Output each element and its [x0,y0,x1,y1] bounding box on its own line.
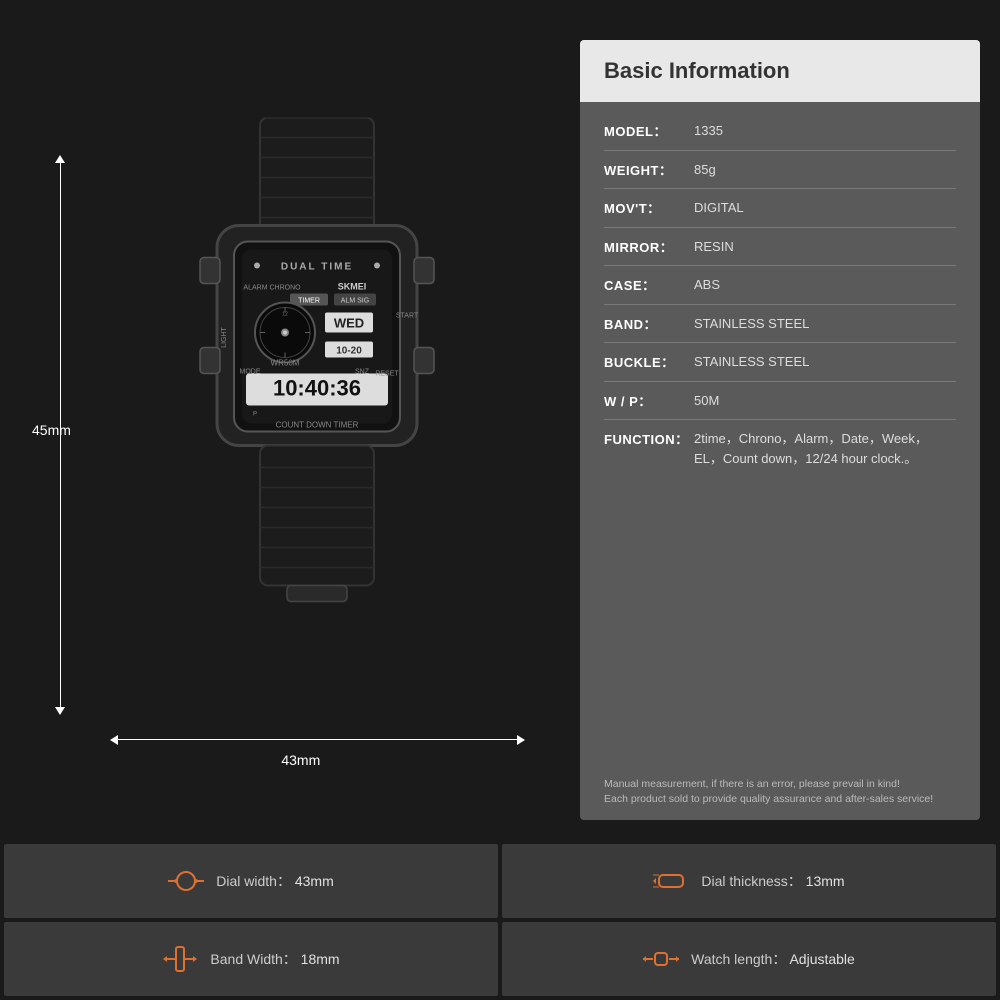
info-label-0: MODEL： [604,121,694,140]
info-row-8: FUNCTION：2time，Chrono，Alarm，Date，Week，EL… [604,420,956,477]
info-label-4: CASE： [604,275,694,294]
spec-val-3: Adjustable [789,951,854,967]
info-value-2: DIGITAL [694,198,956,218]
width-label: 43mm [281,752,320,768]
arrow-top [55,155,65,163]
info-panel: Basic Information MODEL：1335WEIGHT：85gMO… [580,40,980,820]
svg-text:SKMEI: SKMEI [338,282,367,292]
note-line2: Each product sold to provide quality ass… [604,792,956,808]
info-row-5: BAND：STAINLESS STEEL [604,305,956,344]
spec-text-2: Band Width： 18mm [210,949,339,969]
top-section: 45mm 43mm [0,0,1000,840]
svg-text:COUNT DOWN TIMER: COUNT DOWN TIMER [276,421,359,430]
info-label-5: BAND： [604,314,694,333]
info-note: Manual measurement, if there is an error… [580,769,980,821]
watch-area: 45mm 43mm [20,30,560,830]
info-value-5: STAINLESS STEEL [694,314,956,334]
svg-text:DUAL TIME: DUAL TIME [281,262,353,273]
arrow-left [110,735,118,745]
svg-text:P: P [253,412,257,418]
spec-text-0: Dial width： 43mm [216,871,334,891]
svg-text:ALARM CHRONO: ALARM CHRONO [243,285,301,292]
spec-val-1: 13mm [806,873,845,889]
bottom-specs: Dial width： 43mm Dial thickness： 13mm Band… [0,840,1000,1000]
svg-text:WR50M: WR50M [271,359,300,368]
watch-image: DUAL TIME ALARM CHRONO SKMEI TIMER ALM S… [142,118,492,743]
info-value-0: 1335 [694,121,956,141]
svg-text:10-20: 10-20 [336,346,362,357]
info-value-7: 50M [694,391,956,411]
spec-cell-0: Dial width： 43mm [4,844,498,918]
info-value-8: 2time，Chrono，Alarm，Date，Week，EL，Count do… [694,429,956,468]
band-width-icon [162,945,198,973]
note-line1: Manual measurement, if there is an error… [604,777,956,793]
info-row-0: MODEL：1335 [604,112,956,151]
info-row-7: W / P：50M [604,382,956,421]
info-row-3: MIRROR：RESIN [604,228,956,267]
height-label: 45mm [32,422,71,438]
info-row-1: WEIGHT：85g [604,151,956,190]
spec-key-0: Dial width： [216,873,295,889]
spec-key-1: Dial thickness： [701,873,805,889]
spec-key-2: Band Width： [210,951,300,967]
svg-text:ALM SIG: ALM SIG [341,298,369,305]
arrow-bottom [55,707,65,715]
info-label-3: MIRROR： [604,237,694,256]
info-value-6: STAINLESS STEEL [694,352,956,372]
spec-val-0: 43mm [295,873,334,889]
dial-width-icon [168,867,204,895]
info-row-4: CASE：ABS [604,266,956,305]
spec-key-3: Watch length： [691,951,789,967]
info-label-7: W / P： [604,391,694,410]
arrow-right [517,735,525,745]
info-value-4: ABS [694,275,956,295]
svg-text:12: 12 [282,312,288,318]
svg-text:TIMER: TIMER [298,298,320,305]
svg-text:RESET: RESET [375,371,399,378]
info-title: Basic Information [604,58,956,84]
spec-cell-2: Band Width： 18mm [4,922,498,996]
spec-text-1: Dial thickness： 13mm [701,871,844,891]
info-header: Basic Information [580,40,980,102]
main-container: 45mm 43mm [0,0,1000,1000]
info-row-2: MOV'T：DIGITAL [604,189,956,228]
svg-text:10:40:36: 10:40:36 [273,376,361,401]
svg-text:WED: WED [334,316,364,331]
svg-text:MODE: MODE [240,369,261,376]
info-label-8: FUNCTION： [604,429,694,448]
spec-text-3: Watch length： Adjustable [691,949,855,969]
spec-cell-3: Watch length： Adjustable [502,922,996,996]
info-value-3: RESIN [694,237,956,257]
spec-cell-1: Dial thickness： 13mm [502,844,996,918]
watch-length-icon [643,945,679,973]
svg-text:LIGHT: LIGHT [221,326,228,347]
info-value-1: 85g [694,160,956,180]
svg-text:START: START [396,313,419,320]
info-body: MODEL：1335WEIGHT：85gMOV'T：DIGITALMIRROR：… [580,102,980,769]
info-label-6: BUCKLE： [604,352,694,371]
spec-val-2: 18mm [301,951,340,967]
info-label-2: MOV'T： [604,198,694,217]
info-row-6: BUCKLE：STAINLESS STEEL [604,343,956,382]
info-label-1: WEIGHT： [604,160,694,179]
dial-thickness-icon [653,867,689,895]
